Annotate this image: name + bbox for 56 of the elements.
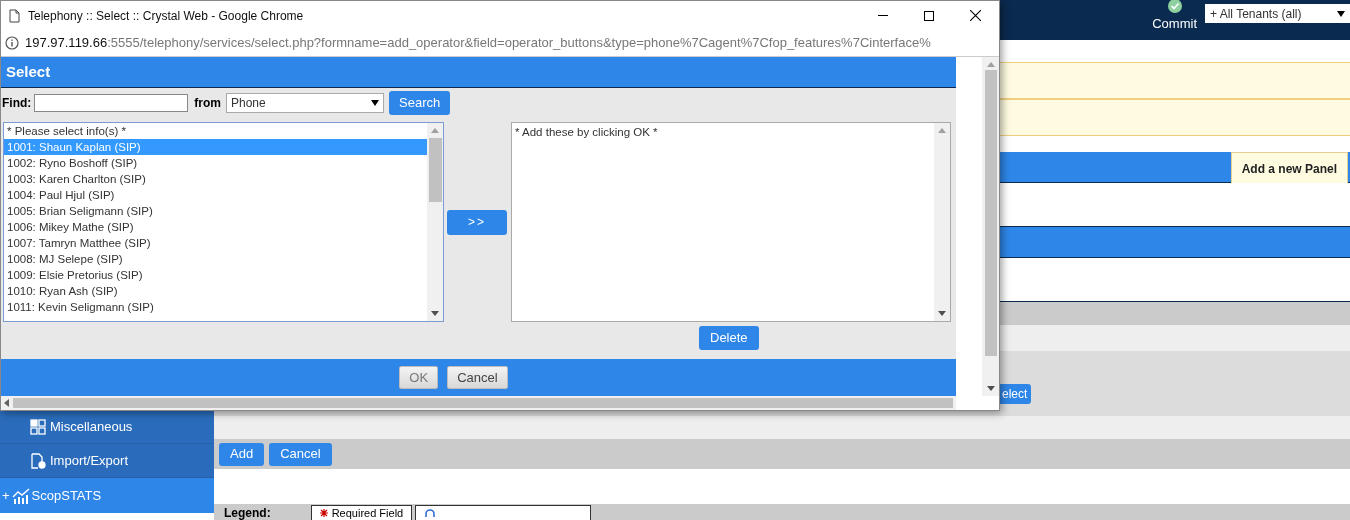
ok-button[interactable]: OK xyxy=(399,366,439,389)
delete-button[interactable]: Delete xyxy=(699,326,759,350)
close-icon[interactable] xyxy=(970,10,981,21)
scroll-up-icon[interactable] xyxy=(938,127,946,133)
asterisk-icon xyxy=(319,509,328,517)
info-icon xyxy=(5,36,19,50)
source-select[interactable]: Phone xyxy=(226,93,384,113)
cancel-button[interactable]: Cancel xyxy=(447,366,508,389)
scroll-down-icon[interactable] xyxy=(986,386,995,392)
scroll-down-icon[interactable] xyxy=(431,311,439,317)
list-option[interactable]: 1005: Brian Seligmann (SIP) xyxy=(4,203,427,219)
check-icon xyxy=(1166,0,1183,14)
list-option[interactable]: 1010: Ryan Ash (SIP) xyxy=(4,283,427,299)
legend-item: Required Field xyxy=(310,505,413,520)
scroll-down-icon[interactable] xyxy=(938,311,946,317)
list-option[interactable]: 1008: MJ Selepe (SIP) xyxy=(4,251,427,267)
find-label: Find: xyxy=(2,95,32,112)
scroll-up-icon[interactable] xyxy=(986,61,995,67)
scrollbar[interactable] xyxy=(934,123,950,321)
vertical-scrollbar[interactable] xyxy=(982,57,999,396)
list-option[interactable]: 1006: Mikey Mathe (SIP) xyxy=(4,219,427,235)
sidebar-item[interactable]: Miscellaneous xyxy=(0,410,214,444)
document-plus-icon xyxy=(30,452,46,469)
cancel-button[interactable]: Cancel xyxy=(269,442,332,466)
move-right-button[interactable]: >> xyxy=(447,209,507,235)
list-option[interactable]: 1009: Elsie Pretorius (SIP) xyxy=(4,267,427,283)
horizontal-scrollbar[interactable] xyxy=(1,396,956,410)
chart-icon xyxy=(11,487,30,504)
select-button[interactable]: elect xyxy=(998,384,1032,404)
scroll-up-icon[interactable] xyxy=(431,127,439,133)
add-button[interactable]: Add xyxy=(219,442,265,466)
tenant-select[interactable]: + All Tenants (all) xyxy=(1205,4,1350,23)
search-button[interactable]: Search xyxy=(389,91,451,115)
find-field[interactable] xyxy=(34,94,189,112)
list-placeholder: * Please select info(s) * xyxy=(6,124,127,139)
sidebar-item[interactable]: Import/Export xyxy=(0,444,214,478)
page-icon xyxy=(9,8,20,23)
scrollbar[interactable] xyxy=(427,123,443,321)
legend-label: Legend: xyxy=(224,506,271,520)
list-option[interactable]: 1003: Karen Charlton (SIP) xyxy=(4,171,427,187)
available-list[interactable] xyxy=(3,122,444,322)
selected-list[interactable]: * Add these by clicking OK * xyxy=(511,122,951,322)
scroll-left-icon[interactable] xyxy=(4,399,9,407)
grid-icon xyxy=(30,418,46,435)
window-title: Telephony :: Select :: Crystal Web - Google Chrome xyxy=(28,7,304,25)
list-option[interactable]: 1007: Tamryn Matthee (SIP) xyxy=(4,235,427,251)
url-text: 197.97.119.66:5555/telephony/services/select.php?formname=add_operator&field=operator_buttons&type=phone%7Cagent%7Cfop_features%7Cinterface% xyxy=(25,34,931,53)
list-option[interactable]: 1011: Kevin Seligmann (SIP) xyxy=(4,299,427,315)
list-placeholder: * Add these by clicking OK * xyxy=(515,126,658,138)
list-option[interactable]: 1004: Paul Hjul (SIP) xyxy=(4,187,427,203)
list-option[interactable]: 1002: Ryno Boshoff (SIP) xyxy=(4,155,427,171)
commit-link[interactable]: Commit xyxy=(1152,14,1197,34)
dropdown-icon xyxy=(1337,10,1345,17)
add-panel-button[interactable]: Add a new Panel xyxy=(1230,152,1348,185)
from-label: from xyxy=(194,95,221,112)
dialog-title: Select xyxy=(6,61,51,82)
